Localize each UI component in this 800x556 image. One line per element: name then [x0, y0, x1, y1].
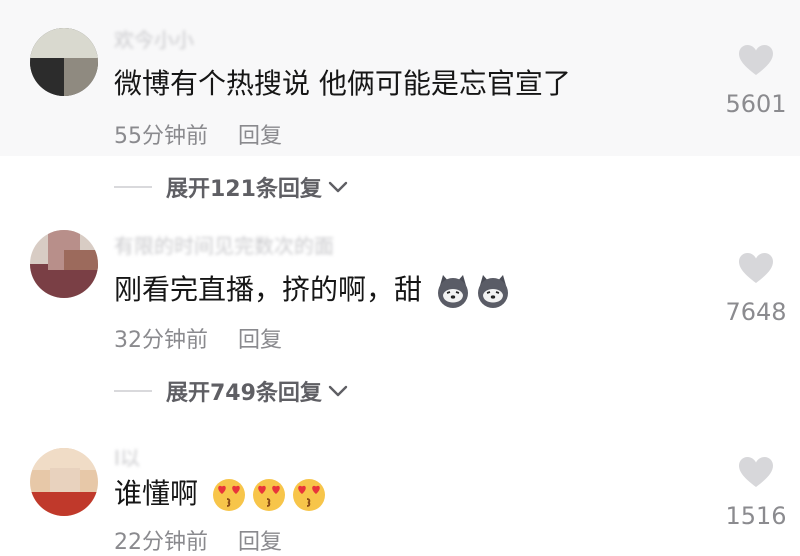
heart-icon	[739, 457, 773, 487]
expand-replies-label: 展开749条回复	[166, 381, 322, 406]
comment-text-content: 谁懂啊	[114, 477, 199, 510]
comment-text-content: 刚看完直播，挤的啊，甜	[114, 273, 423, 306]
husky-emoji	[437, 275, 468, 308]
reply-button[interactable]: 回复	[238, 530, 282, 555]
like-button[interactable]: 5601	[724, 44, 788, 118]
expand-replies-button[interactable]: 展开121条回复	[114, 172, 348, 202]
like-button[interactable]: 7648	[724, 252, 788, 326]
comment-meta: 55分钟前 回复	[114, 118, 282, 150]
comment-time: 55分钟前	[114, 124, 208, 149]
like-count: 7648	[725, 298, 787, 326]
like-button[interactable]: 1516	[724, 456, 788, 530]
reply-button[interactable]: 回复	[238, 124, 282, 149]
comment-meta: 32分钟前 回复	[114, 322, 282, 354]
avatar[interactable]	[30, 28, 98, 96]
heart-icon	[739, 253, 773, 283]
avatar[interactable]	[30, 230, 98, 298]
heart-eyes-emoji	[292, 479, 325, 511]
avatar[interactable]	[30, 448, 98, 516]
heart-eyes-emoji	[252, 479, 285, 511]
username[interactable]: 有限的时间见完数次的面	[114, 230, 334, 259]
chevron-down-icon	[328, 385, 348, 397]
comment-item: 有限的时间见完数次的面 刚看完直播，挤的啊，甜 32分钟前 回复 7648	[0, 200, 800, 380]
comment-text: 刚看完直播，挤的啊，甜	[114, 272, 511, 309]
heart-icon	[739, 45, 773, 75]
like-count: 5601	[725, 90, 787, 118]
expand-replies-button[interactable]: 展开749条回复	[114, 376, 348, 406]
husky-emoji	[477, 275, 508, 308]
comment-item: I以 谁懂啊 22分钟前 回复 1516	[0, 420, 800, 555]
expand-replies-label: 展开121条回复	[166, 177, 322, 202]
comment-time: 32分钟前	[114, 328, 208, 353]
divider	[114, 186, 152, 188]
username[interactable]: 欢今小小	[114, 24, 194, 53]
comment-meta: 22分钟前 回复	[114, 524, 282, 556]
comment-text: 谁懂啊	[114, 476, 327, 513]
comment-item: 欢今小小 微博有个热搜说 他俩可能是忘官宣了 55分钟前 回复 5601	[0, 0, 800, 156]
like-count: 1516	[725, 502, 787, 530]
username[interactable]: I以	[114, 442, 140, 471]
comment-text: 微博有个热搜说 他俩可能是忘官宣了	[114, 67, 571, 100]
chevron-down-icon	[328, 181, 348, 193]
comment-time: 22分钟前	[114, 530, 208, 555]
divider	[114, 390, 152, 392]
heart-eyes-emoji	[212, 479, 245, 511]
reply-button[interactable]: 回复	[238, 328, 282, 353]
